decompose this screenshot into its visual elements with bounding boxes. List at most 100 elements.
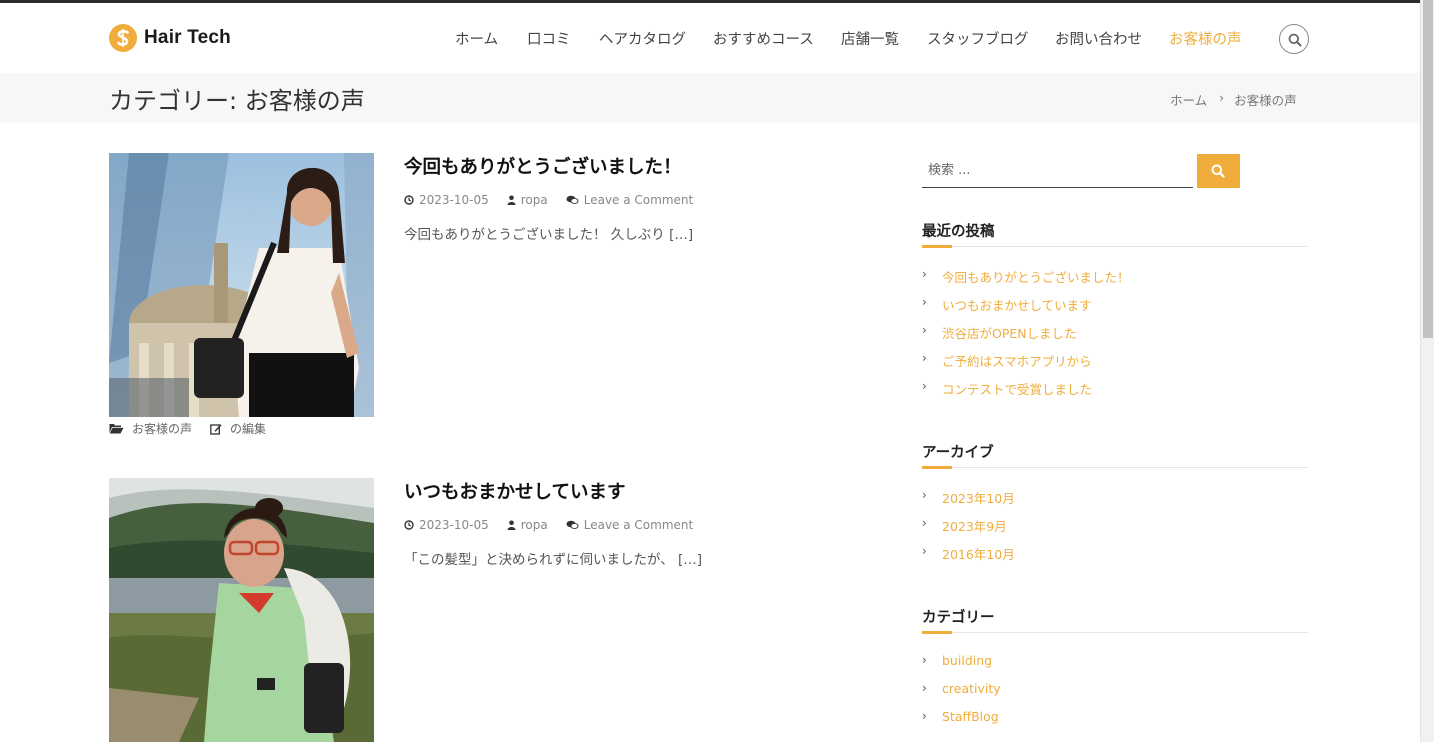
chevron-right-icon: ›: [922, 323, 927, 337]
chevron-right-icon: ›: [922, 267, 927, 281]
post-thumbnail[interactable]: [109, 478, 374, 742]
list-item[interactable]: › creativity: [922, 681, 1308, 709]
post-comments-link[interactable]: Leave a Comment: [584, 518, 693, 532]
folder-open-icon: [109, 424, 124, 434]
list-item[interactable]: › いつもおまかせしています: [922, 295, 1308, 323]
nav-item-stores[interactable]: 店舗一覧: [841, 28, 899, 49]
post-author-text[interactable]: ropa: [521, 193, 548, 207]
post-author: ropa: [507, 193, 548, 207]
breadcrumb-current: お客様の声: [1234, 93, 1297, 108]
recent-posts-list: › 今回もありがとうございました！ › いつもおまかせしています › 渋谷店がOPEN…: [922, 267, 1308, 407]
category-link[interactable]: building: [942, 653, 992, 668]
post-date-text[interactable]: 2023-10-05: [419, 518, 489, 532]
breadcrumb: ホーム › お客様の声: [1170, 90, 1297, 109]
category-link[interactable]: creativity: [942, 681, 1001, 696]
user-icon: [507, 520, 516, 530]
archive-list: › 2023年10月 › 2023年9月 › 2016年10月: [922, 488, 1308, 572]
post-comments: Leave a Comment: [566, 193, 693, 207]
post-author-text[interactable]: ropa: [521, 518, 548, 532]
list-item[interactable]: › 今回もありがとうございました！: [922, 267, 1308, 295]
widget-divider: [922, 466, 1308, 469]
list-item[interactable]: › building: [922, 653, 1308, 681]
page-title: カテゴリー: お客様の声: [109, 87, 365, 115]
widget-divider: [922, 245, 1308, 248]
widget-archive: アーカイブ › 2023年10月 › 2023年9月 › 2016年10月: [922, 441, 1308, 572]
chevron-right-icon: ›: [922, 516, 927, 530]
comments-icon: [566, 520, 579, 529]
post-edit-link[interactable]: の編集: [230, 420, 266, 437]
breadcrumb-home[interactable]: ホーム: [1170, 90, 1207, 109]
chevron-right-icon: ›: [922, 709, 927, 723]
edit-icon: [210, 423, 222, 435]
user-icon: [507, 195, 516, 205]
post-excerpt: 「この髪型」と決められずに伺いましたが、 […]: [404, 552, 703, 568]
archive-link[interactable]: 2023年10月: [942, 488, 1015, 507]
chevron-right-icon: ›: [922, 379, 927, 393]
post-meta: 2023-10-05 ropa Leave a Comment: [404, 518, 711, 532]
clock-icon: [404, 195, 414, 205]
header-search-button[interactable]: [1279, 24, 1309, 54]
nav-item-reviews[interactable]: 口コミ: [527, 28, 571, 49]
archive-link[interactable]: 2023年9月: [942, 516, 1007, 535]
list-item[interactable]: › StaffBlog: [922, 709, 1308, 737]
chevron-right-icon: ›: [1219, 90, 1225, 105]
post-footer: お客様の声 の編集: [109, 420, 284, 437]
nav-item-home[interactable]: ホーム: [455, 28, 498, 49]
widget-title: カテゴリー: [922, 610, 995, 626]
post-edit: の編集: [210, 420, 266, 437]
post-date: 2023-10-05: [404, 193, 489, 207]
post-excerpt: 今回もありがとうございました！ 久しぶり […]: [404, 227, 694, 243]
recent-post-link[interactable]: ご予約はスマホアプリから: [942, 351, 1092, 370]
categories-list: › building › creativity › StaffBlog: [922, 653, 1308, 737]
sidebar-search-button[interactable]: [1197, 154, 1240, 188]
recent-post-link[interactable]: コンテストで受賞しました: [942, 379, 1092, 398]
scrollbar-thumb[interactable]: [1423, 0, 1433, 338]
nav-item-customer-voice[interactable]: お客様の声: [1169, 28, 1242, 49]
widget-recent-posts: 最近の投稿 › 今回もありがとうございました！ › いつもおまかせしています › 渋谷…: [922, 220, 1308, 407]
logo-icon: [109, 24, 137, 52]
search-icon: [1288, 33, 1302, 47]
post-meta: 2023-10-05 ropa Leave a Comment: [404, 193, 711, 207]
site-header: Hair Tech ホーム 口コミ ヘアカタログ おすすめコース 店舗一覧 スタ…: [0, 3, 1420, 73]
recent-post-link[interactable]: いつもおまかせしています: [942, 295, 1092, 314]
chevron-right-icon: ›: [922, 488, 927, 502]
post-date-text[interactable]: 2023-10-05: [419, 193, 489, 207]
widget-title: アーカイブ: [922, 445, 994, 461]
list-item[interactable]: › 2023年10月: [922, 488, 1308, 516]
archive-link[interactable]: 2016年10月: [942, 544, 1015, 563]
recent-post-link[interactable]: 今回もありがとうございました！: [942, 267, 1130, 286]
page-banner: カテゴリー: お客様の声 ホーム › お客様の声: [0, 73, 1420, 123]
post-thumbnail[interactable]: [109, 153, 374, 417]
post-title[interactable]: いつもおまかせしています: [404, 478, 625, 504]
list-item[interactable]: › 2016年10月: [922, 544, 1308, 572]
search-icon: [1211, 164, 1225, 178]
list-item[interactable]: › ご予約はスマホアプリから: [922, 351, 1308, 379]
post-card: いつもおまかせしています 2023-10-05 ropa Leave a Com…: [109, 478, 809, 742]
recent-post-link[interactable]: 渋谷店がOPENしました: [942, 323, 1077, 342]
widget-divider: [922, 631, 1308, 634]
post-date: 2023-10-05: [404, 518, 489, 532]
site-logo[interactable]: Hair Tech: [109, 24, 231, 52]
clock-icon: [404, 520, 414, 530]
nav-item-contact[interactable]: お問い合わせ: [1055, 28, 1142, 49]
chevron-right-icon: ›: [922, 653, 927, 667]
sidebar-search-box: [922, 154, 1193, 188]
list-item[interactable]: › 渋谷店がOPENしました: [922, 323, 1308, 351]
list-item[interactable]: › 2023年9月: [922, 516, 1308, 544]
widget-title: 最近の投稿: [922, 224, 995, 240]
widget-categories: カテゴリー › building › creativity › StaffBlog: [922, 606, 1308, 737]
post-card: 今回もありがとうございました！ 2023-10-05 ropa Leave a …: [109, 153, 809, 443]
nav-item-hair-catalog[interactable]: ヘアカタログ: [599, 28, 686, 49]
comments-icon: [566, 195, 579, 204]
page-scrollbar[interactable]: [1420, 0, 1434, 742]
post-comments-link[interactable]: Leave a Comment: [584, 193, 693, 207]
post-category-link[interactable]: お客様の声: [132, 420, 192, 437]
chevron-right-icon: ›: [922, 544, 927, 558]
sidebar-search-input[interactable]: [922, 154, 1193, 186]
nav-item-staff-blog[interactable]: スタッフブログ: [927, 28, 1029, 49]
site-name: Hair Tech: [144, 27, 231, 48]
post-title[interactable]: 今回もありがとうございました！: [404, 153, 682, 179]
nav-item-courses[interactable]: おすすめコース: [713, 28, 814, 49]
list-item[interactable]: › コンテストで受賞しました: [922, 379, 1308, 407]
category-link[interactable]: StaffBlog: [942, 709, 999, 724]
